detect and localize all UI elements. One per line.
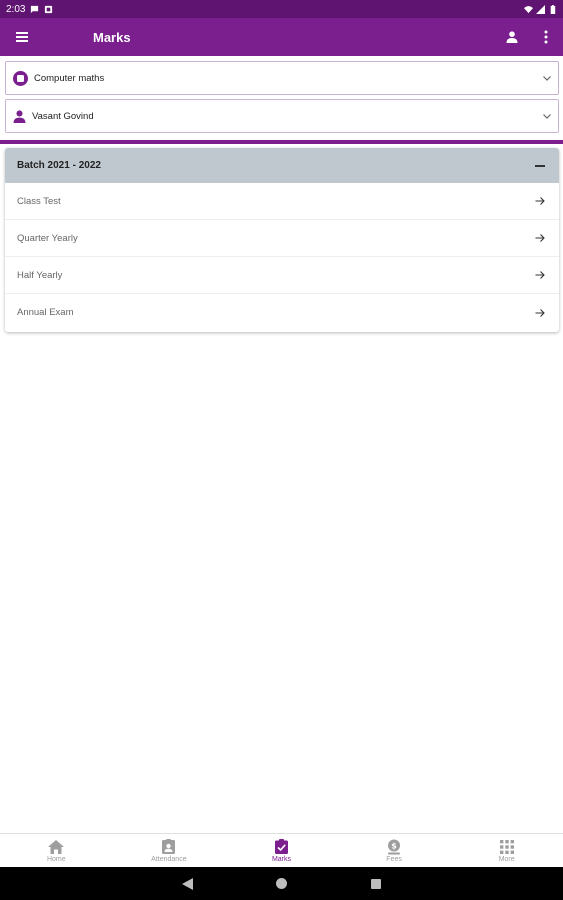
- exam-label: Half Yearly: [17, 269, 63, 281]
- chevron-down-icon: [536, 113, 558, 119]
- student-dropdown[interactable]: Vasant Govind: [5, 99, 559, 133]
- batch-card: Batch 2021 - 2022 Class Test Quarter Yea…: [5, 148, 559, 332]
- signal-icon: [536, 4, 545, 14]
- home-circle-icon[interactable]: [275, 877, 289, 891]
- batch-header[interactable]: Batch 2021 - 2022: [5, 148, 559, 183]
- exam-item-class-test[interactable]: Class Test: [5, 183, 559, 220]
- arrow-right-icon: [533, 231, 547, 245]
- exam-label: Annual Exam: [17, 307, 74, 318]
- nav-label: Fees: [386, 855, 402, 863]
- batch-title: Batch 2021 - 2022: [17, 160, 101, 171]
- status-bar: 2:03: [0, 0, 563, 18]
- student-value: Vasant Govind: [32, 110, 94, 122]
- fees-icon: $: [386, 839, 402, 855]
- more-vert-icon: [544, 30, 548, 44]
- section-divider: [0, 140, 563, 144]
- attendance-icon: [161, 839, 177, 855]
- home-icon: [48, 839, 65, 855]
- nav-label: Marks: [271, 855, 292, 863]
- wifi-icon: [524, 5, 533, 13]
- menu-icon: [16, 32, 28, 42]
- nav-more[interactable]: More: [450, 834, 563, 867]
- exam-item-half-yearly[interactable]: Half Yearly: [5, 257, 559, 294]
- exam-label: Class Test: [17, 195, 61, 207]
- arrow-right-icon: [533, 268, 547, 282]
- chevron-down-icon: [536, 75, 558, 81]
- grid-icon: [499, 839, 515, 855]
- recents-icon[interactable]: [369, 877, 383, 891]
- system-navigation-bar: [0, 867, 563, 900]
- menu-button[interactable]: [0, 18, 44, 56]
- arrow-right-icon: [533, 306, 547, 320]
- subject-dropdown[interactable]: Computer maths: [5, 61, 559, 95]
- profile-button[interactable]: [495, 18, 529, 56]
- nav-home[interactable]: Home: [0, 834, 113, 867]
- collapse-icon[interactable]: [533, 159, 547, 173]
- exam-item-quarter-yearly[interactable]: Quarter Yearly: [5, 220, 559, 257]
- svg-text:$: $: [391, 841, 397, 850]
- nav-fees[interactable]: $ Fees: [338, 834, 451, 867]
- message-notification-icon: [31, 5, 39, 13]
- nav-marks[interactable]: Marks: [225, 834, 338, 867]
- student-icon: [13, 109, 26, 123]
- status-time: 2:03: [6, 3, 26, 15]
- nav-label: Attendance: [151, 855, 187, 863]
- app-bar: Marks: [0, 18, 563, 56]
- page-title: Marks: [93, 29, 131, 45]
- subject-icon: [13, 70, 28, 86]
- nav-label: Home: [46, 855, 66, 863]
- nav-attendance[interactable]: Attendance: [113, 834, 226, 867]
- overflow-menu-button[interactable]: [529, 18, 563, 56]
- marks-icon: [273, 839, 289, 855]
- battery-icon: [550, 4, 556, 14]
- nav-label: More: [498, 855, 515, 863]
- subject-value: Computer maths: [34, 72, 105, 84]
- back-icon[interactable]: [181, 877, 195, 891]
- arrow-right-icon: [533, 194, 547, 208]
- app-notification-icon: [45, 5, 53, 13]
- exam-label: Quarter Yearly: [17, 232, 78, 244]
- exam-item-annual-exam[interactable]: Annual Exam: [5, 294, 559, 331]
- bottom-navigation: Home Attendance Marks $ Fees More: [0, 833, 563, 867]
- person-icon: [506, 31, 518, 43]
